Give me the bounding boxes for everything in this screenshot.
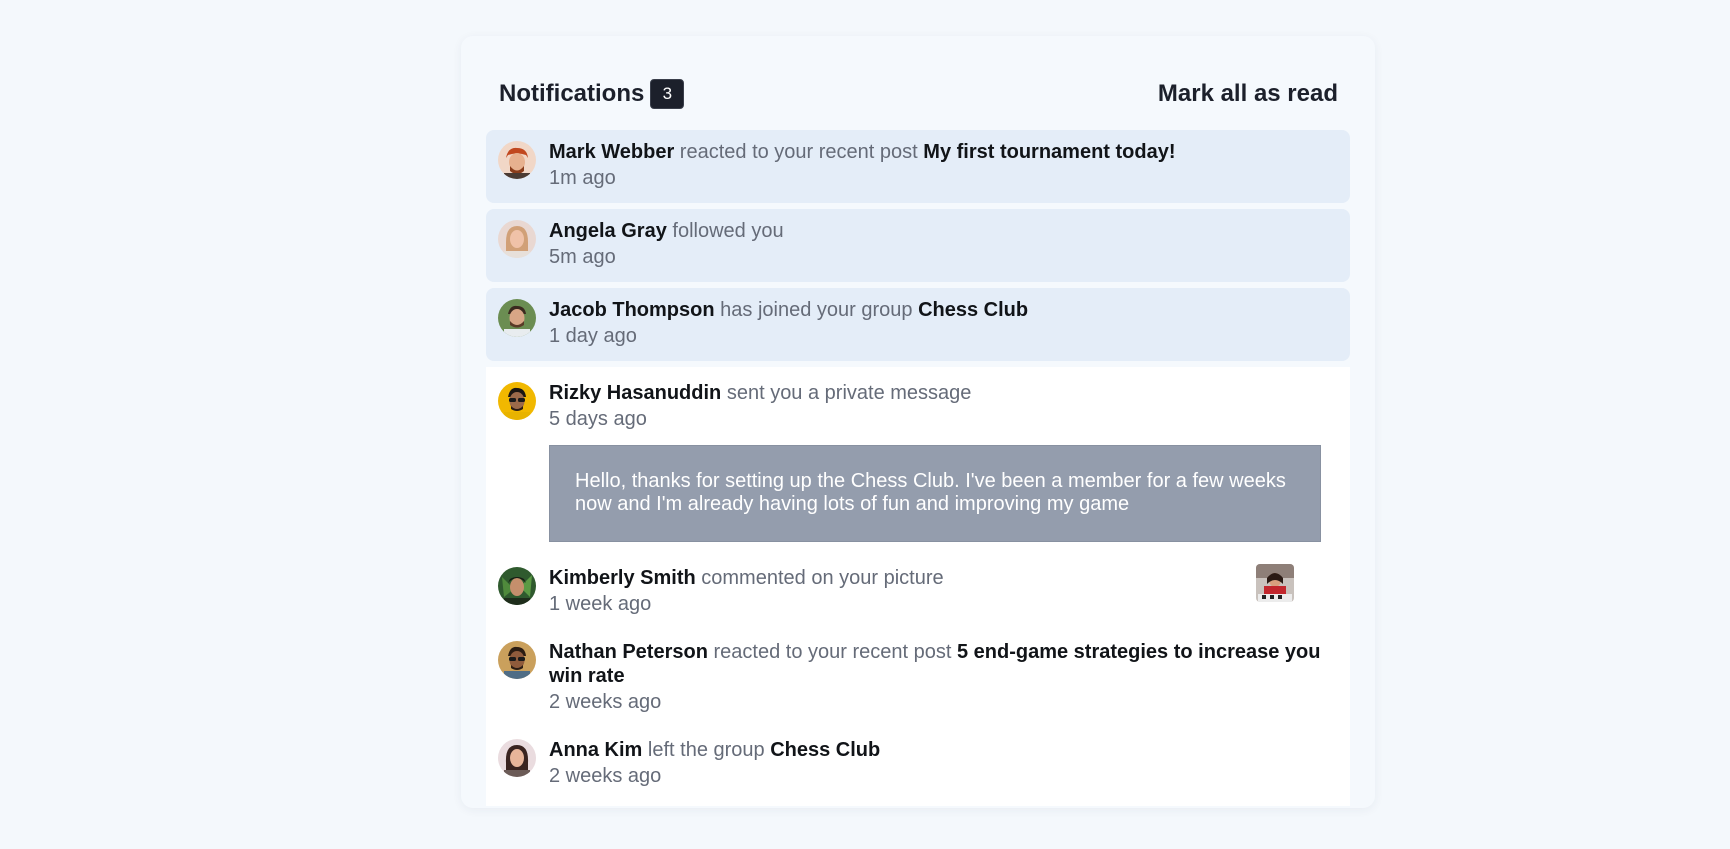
notification-item[interactable]: Jacob Thompson has joined your group Che… [486, 288, 1350, 361]
notification-item[interactable]: Angela Gray followed you 5m ago [486, 209, 1350, 282]
notification-text: Kimberly Smith commented on your picture [549, 566, 1338, 590]
mark-all-as-read-button[interactable]: Mark all as read [1158, 80, 1338, 108]
notification-content: Rizky Hasanuddin sent you a private mess… [549, 381, 1338, 542]
avatar-nathan-peterson[interactable] [498, 641, 536, 679]
notification-action: reacted to your recent post [713, 641, 952, 663]
notification-item[interactable]: Nathan Peterson reacted to your recent p… [486, 628, 1350, 726]
avatar-mark-webber[interactable] [498, 141, 536, 179]
avatar-kimberly-smith[interactable] [498, 567, 536, 605]
avatar-jacob-thompson[interactable] [498, 299, 536, 337]
notification-time: 2 weeks ago [549, 765, 662, 787]
notification-time: 1m ago [549, 167, 616, 189]
notification-text: Anna Kim left the group Chess Club [549, 738, 1338, 762]
notification-action: commented on your picture [701, 567, 944, 589]
notification-item[interactable]: Mark Webber reacted to your recent post … [486, 130, 1350, 203]
notification-text: Angela Gray followed you [549, 219, 1338, 243]
notification-time: 1 day ago [549, 325, 637, 347]
private-message-preview[interactable]: Hello, thanks for setting up the Chess C… [549, 445, 1321, 542]
notification-time: 5m ago [549, 246, 616, 268]
notification-target[interactable]: My first tournament today! [923, 141, 1175, 163]
notification-item[interactable]: Kimberly Smith commented on your picture… [486, 554, 1350, 628]
notification-action: followed you [672, 220, 784, 242]
notification-target[interactable]: Chess Club [770, 739, 880, 761]
notifications-card: Notifications 3 Mark all as read Mark We… [461, 36, 1375, 808]
notification-action: sent you a private message [726, 382, 972, 404]
notification-time: 2 weeks ago [549, 691, 662, 713]
notification-user[interactable]: Kimberly Smith [549, 567, 696, 589]
avatar-angela-gray[interactable] [498, 220, 536, 258]
unread-count-badge: 3 [650, 79, 685, 109]
notification-item[interactable]: Anna Kim left the group Chess Club 2 wee… [486, 726, 1350, 800]
notification-target[interactable]: Chess Club [918, 299, 1028, 321]
avatar-rizky-hasanuddin[interactable] [498, 382, 536, 420]
notification-content: Mark Webber reacted to your recent post … [549, 140, 1338, 190]
notifications-list: Mark Webber reacted to your recent post … [486, 130, 1350, 806]
notification-content: Angela Gray followed you 5m ago [549, 219, 1338, 269]
notification-user[interactable]: Jacob Thompson [549, 299, 715, 321]
notification-text: Rizky Hasanuddin sent you a private mess… [549, 381, 1338, 405]
notification-text: Jacob Thompson has joined your group Che… [549, 298, 1338, 322]
notification-action: reacted to your recent post [679, 141, 918, 163]
notification-user[interactable]: Rizky Hasanuddin [549, 382, 721, 404]
page-title: Notifications [499, 80, 645, 107]
notification-user[interactable]: Nathan Peterson [549, 641, 708, 663]
notification-text: Mark Webber reacted to your recent post … [549, 140, 1338, 164]
notification-action: has joined your group [720, 299, 913, 321]
notifications-header: Notifications 3 Mark all as read [499, 77, 1338, 111]
notification-time: 1 week ago [549, 593, 652, 615]
notification-item[interactable]: Rizky Hasanuddin sent you a private mess… [486, 369, 1350, 554]
notification-user[interactable]: Angela Gray [549, 220, 667, 242]
header-title-group: Notifications 3 [499, 79, 685, 109]
notification-content: Kimberly Smith commented on your picture… [549, 566, 1338, 616]
picture-thumbnail[interactable] [1256, 564, 1294, 602]
notification-action: left the group [647, 739, 765, 761]
notification-text: Nathan Peterson reacted to your recent p… [549, 640, 1338, 688]
notification-time: 5 days ago [549, 408, 647, 430]
read-notifications-group: Rizky Hasanuddin sent you a private mess… [486, 367, 1350, 806]
notification-content: Anna Kim left the group Chess Club 2 wee… [549, 738, 1338, 788]
notification-user[interactable]: Anna Kim [549, 739, 642, 761]
notification-content: Jacob Thompson has joined your group Che… [549, 298, 1338, 348]
avatar-anna-kim[interactable] [498, 739, 536, 777]
notification-user[interactable]: Mark Webber [549, 141, 674, 163]
notification-content: Nathan Peterson reacted to your recent p… [549, 640, 1338, 714]
